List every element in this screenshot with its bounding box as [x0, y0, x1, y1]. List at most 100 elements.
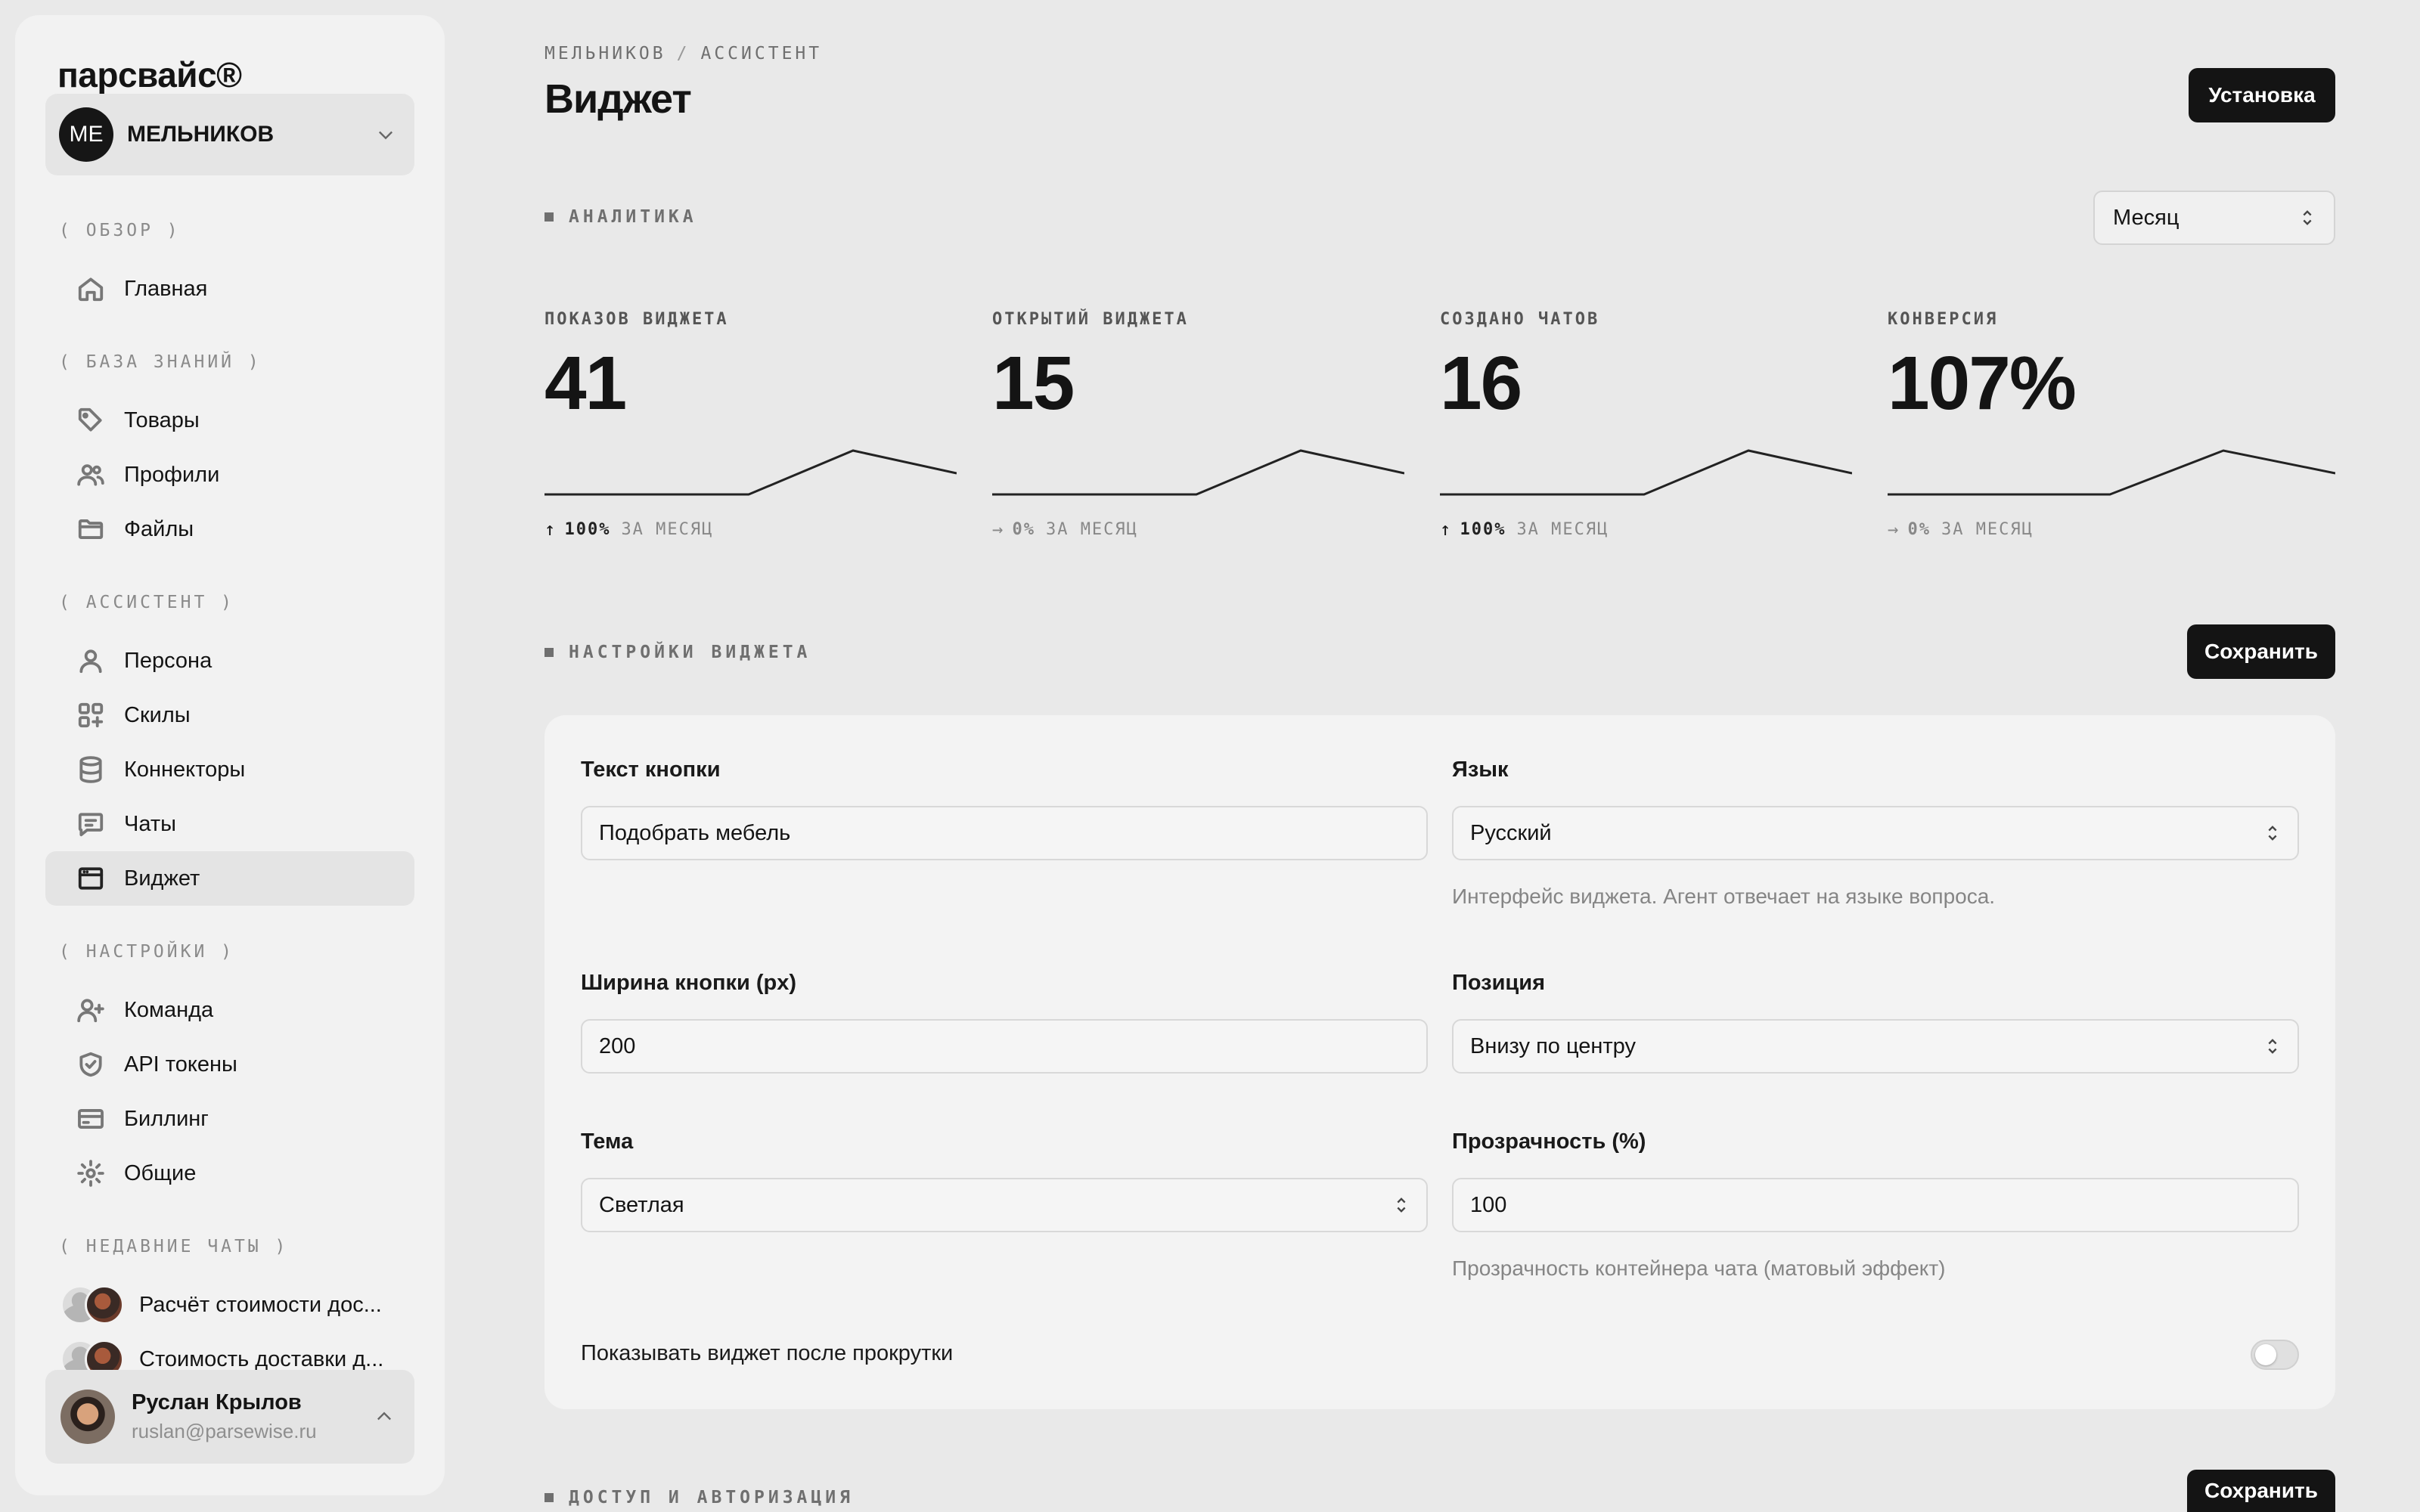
- stat-value: 41: [544, 341, 627, 426]
- sidebar-item-home[interactable]: Главная: [45, 262, 414, 316]
- language-label: Язык: [1452, 758, 1509, 782]
- square-bullet-icon: [544, 648, 554, 657]
- sidebar-item-api-tokens[interactable]: API токены: [45, 1037, 414, 1092]
- save-button[interactable]: Сохранить: [2187, 624, 2335, 679]
- breadcrumb-org[interactable]: МЕЛЬНИКОВ: [544, 44, 666, 64]
- chevron-down-icon: [379, 131, 392, 140]
- section-label-knowledge-base: ( БАЗА ЗНАНИЙ ): [59, 352, 262, 372]
- install-button[interactable]: Установка: [2189, 68, 2335, 122]
- breadcrumb: МЕЛЬНИКОВ / АССИСТЕНТ: [544, 44, 822, 64]
- button-width-value: 200: [599, 1033, 636, 1058]
- button-width-input[interactable]: 200: [581, 1019, 1428, 1074]
- sidebar-item-team[interactable]: Команда: [45, 983, 414, 1037]
- user-plus-icon: [76, 995, 106, 1025]
- widget-settings-heading: НАСТРОЙКИ ВИДЖЕТА: [544, 643, 811, 662]
- stat-change: 0%: [1012, 519, 1035, 539]
- stat-trend: ↑ 100% ЗА МЕСЯЦ: [544, 519, 713, 540]
- users-icon: [76, 460, 106, 490]
- org-name: МЕЛЬНИКОВ: [127, 122, 275, 147]
- sidebar-item-label: Скилы: [124, 702, 191, 727]
- grid-plus-icon: [76, 700, 106, 730]
- button-width-label: Ширина кнопки (px): [581, 971, 797, 995]
- shield-check-icon: [76, 1049, 106, 1080]
- sidebar-item-products[interactable]: Товары: [45, 393, 414, 448]
- stat-trend: → 0% ЗА МЕСЯЦ: [992, 519, 1138, 540]
- stat-value: 16: [1440, 341, 1522, 426]
- breadcrumb-assistant[interactable]: АССИСТЕНТ: [700, 44, 822, 64]
- stat-opens: ОТКРЫТИЙ ВИДЖЕТА 15 → 0% ЗА МЕСЯЦ: [992, 310, 1404, 552]
- sidebar-item-label: Команда: [124, 997, 214, 1022]
- sidebar-item-skills[interactable]: Скилы: [45, 688, 414, 742]
- toggle-knob: [2255, 1344, 2276, 1365]
- sidebar-item-label: API токены: [124, 1052, 237, 1077]
- widget-settings-heading-label: НАСТРОЙКИ ВИДЖЕТА: [569, 643, 811, 662]
- period-select[interactable]: Месяц: [2093, 191, 2335, 245]
- sidebar-item-profiles[interactable]: Профили: [45, 448, 414, 502]
- opacity-value: 100: [1470, 1192, 1507, 1217]
- sidebar-item-label: Главная: [124, 276, 208, 301]
- stat-value: 15: [992, 341, 1075, 426]
- org-avatar: МЕ: [59, 107, 113, 162]
- stat-label: КОНВЕРСИЯ: [1888, 310, 1999, 329]
- button-text-input[interactable]: Подобрать мебель: [581, 806, 1428, 860]
- sidebar-item-connectors[interactable]: Коннекторы: [45, 742, 414, 797]
- theme-select-value: Светлая: [599, 1192, 684, 1217]
- user-info: Руслан Крылов ruslan@parsewise.ru: [132, 1390, 317, 1443]
- folder-icon: [76, 514, 106, 544]
- stat-label: ОТКРЫТИЙ ВИДЖЕТА: [992, 310, 1189, 329]
- language-hint: Интерфейс виджета. Агент отвечает на язы…: [1452, 885, 1996, 908]
- stat-impressions: ПОКАЗОВ ВИДЖЕТА 41 ↑ 100% ЗА МЕСЯЦ: [544, 310, 957, 552]
- sidebar-item-general[interactable]: Общие: [45, 1146, 414, 1201]
- app-logo[interactable]: парсвайс®: [57, 54, 242, 95]
- stat-period: ЗА МЕСЯЦ: [1045, 519, 1138, 539]
- sidebar-item-persona[interactable]: Персона: [45, 634, 414, 688]
- show-after-scroll-toggle[interactable]: [2251, 1340, 2299, 1370]
- stat-period: ЗА МЕСЯЦ: [1941, 519, 2034, 539]
- user-menu[interactable]: Руслан Крылов ruslan@parsewise.ru: [45, 1370, 414, 1464]
- browser-window-icon: [76, 863, 106, 894]
- section-label-settings: ( НАСТРОЙКИ ): [59, 942, 235, 962]
- section-label-recent-chats: ( НЕДАВНИЕ ЧАТЫ ): [59, 1237, 289, 1256]
- arrow-right-icon: →: [1888, 519, 1900, 540]
- tag-icon: [76, 405, 106, 435]
- sidebar-item-widget[interactable]: Виджет: [45, 851, 414, 906]
- sparkline: [1888, 449, 2335, 496]
- chevron-updown-icon: [2268, 826, 2277, 841]
- sidebar-item-label: Биллинг: [124, 1106, 209, 1131]
- org-switcher[interactable]: МЕ МЕЛЬНИКОВ: [45, 94, 414, 175]
- stat-change: 100%: [564, 519, 611, 539]
- stat-period: ЗА МЕСЯЦ: [621, 519, 714, 539]
- position-select[interactable]: Внизу по центру: [1452, 1019, 2299, 1074]
- sidebar-item-label: Коннекторы: [124, 757, 246, 782]
- user-name: Руслан Крылов: [132, 1390, 302, 1414]
- sidebar-item-chats[interactable]: Чаты: [45, 797, 414, 851]
- button-text-value: Подобрать мебель: [599, 820, 791, 845]
- opacity-input[interactable]: 100: [1452, 1178, 2299, 1232]
- user-email: ruslan@parsewise.ru: [132, 1420, 317, 1442]
- breadcrumb-separator: /: [676, 44, 690, 64]
- theme-select[interactable]: Светлая: [581, 1178, 1428, 1232]
- stat-period: ЗА МЕСЯЦ: [1516, 519, 1609, 539]
- stat-trend: ↑ 100% ЗА МЕСЯЦ: [1440, 519, 1609, 540]
- access-heading: ДОСТУП И АВТОРИЗАЦИЯ: [544, 1488, 854, 1507]
- page-title: Виджет: [544, 76, 692, 122]
- button-text-label: Текст кнопки: [581, 758, 721, 782]
- recent-chat-item[interactable]: Расчёт стоимости дос...: [60, 1282, 416, 1328]
- sidebar-item-billing[interactable]: Биллинг: [45, 1092, 414, 1146]
- sidebar-item-label: Виджет: [124, 866, 200, 891]
- position-label: Позиция: [1452, 971, 1545, 995]
- sidebar-item-label: Профили: [124, 462, 220, 487]
- save-access-button[interactable]: Сохранить: [2187, 1470, 2335, 1512]
- credit-card-icon: [76, 1104, 106, 1134]
- stat-trend: → 0% ЗА МЕСЯЦ: [1888, 519, 2034, 540]
- chat-icon: [76, 809, 106, 839]
- stat-change: 100%: [1460, 519, 1506, 539]
- sidebar-item-files[interactable]: Файлы: [45, 502, 414, 556]
- recent-chat-title: Стоимость доставки д...: [139, 1346, 384, 1371]
- show-after-scroll-label: Показывать виджет после прокрутки: [581, 1341, 954, 1365]
- square-bullet-icon: [544, 212, 554, 222]
- square-bullet-icon: [544, 1493, 554, 1502]
- sidebar-item-label: Файлы: [124, 516, 194, 541]
- language-select[interactable]: Русский: [1452, 806, 2299, 860]
- chevron-updown-icon: [2268, 1039, 2277, 1054]
